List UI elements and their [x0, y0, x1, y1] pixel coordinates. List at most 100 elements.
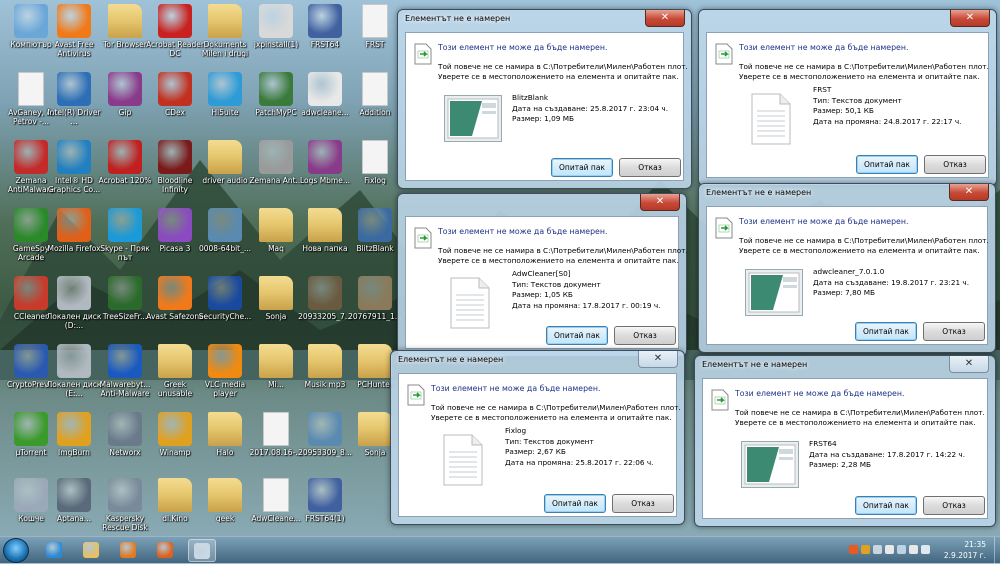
retry-button[interactable]: Опитай пак	[551, 158, 613, 177]
network-icon[interactable]	[897, 545, 906, 554]
dialog-titlebar[interactable]: Елементът не е намерен ✕	[706, 184, 989, 206]
taskbar-app-glyph	[157, 542, 173, 558]
hisuite-icon	[208, 72, 242, 106]
file-name: Fixlog	[505, 426, 527, 435]
ccleaner-icon	[14, 276, 48, 310]
desktop-icon-label: ImgBurn	[58, 448, 90, 457]
cancel-button[interactable]: Отказ	[619, 158, 681, 177]
networx-icon	[108, 412, 142, 446]
desktop-icon[interactable]: ImgBurn	[45, 410, 103, 476]
desktop-icon[interactable]: Hi5uite	[196, 70, 254, 136]
desktop-icon[interactable]: Локален диск (E:...	[45, 342, 103, 408]
folder-icon	[208, 4, 242, 38]
desktop-icon[interactable]: Aptana...	[45, 476, 103, 542]
dialog-titlebar[interactable]: ✕	[405, 194, 680, 216]
desktop-icon[interactable]: Avast Free Antivirus	[45, 2, 103, 68]
file-detail: Дата на промяна: 24.8.2017 г. 22:17 ч.	[813, 116, 962, 126]
setup-icon	[108, 478, 142, 512]
retry-button[interactable]: Опитай пак	[544, 494, 606, 513]
desktop-icon[interactable]: driver audio	[196, 138, 254, 204]
desktop-icon-label: Halo	[216, 448, 234, 457]
desktop-icon[interactable]: VLC media player	[196, 342, 254, 408]
close-button[interactable]: ✕	[645, 10, 685, 27]
file-detail: Размер: 1,05 КБ	[512, 290, 573, 299]
desktop-icon-label: SecurityChe...	[198, 312, 252, 321]
clock[interactable]: 21:35 2.9.2017 г.	[944, 539, 986, 561]
desktop-icon[interactable]: Addition	[346, 70, 404, 136]
cancel-button[interactable]: Отказ	[923, 322, 985, 341]
file-explorer-icon[interactable]	[77, 539, 105, 562]
folder-icon	[259, 344, 293, 378]
folder-icon	[259, 208, 293, 242]
firefox-icon[interactable]	[151, 539, 179, 562]
message-line: Той повече не се намира в C:\Потребители…	[438, 62, 688, 71]
close-button[interactable]: ✕	[949, 184, 989, 201]
retry-button[interactable]: Опитай пак	[855, 322, 917, 341]
desktop-icon-label: driver audio	[202, 176, 248, 185]
text-document-icon	[443, 434, 501, 486]
desktop-icon[interactable]: geek	[196, 476, 254, 542]
message-line: Той повече не се намира в C:\Потребители…	[739, 236, 989, 245]
winamp-icon	[158, 412, 192, 446]
securitycheck-icon	[208, 276, 242, 310]
document-icon	[18, 72, 44, 106]
file-detail: Размер: 50,1 КБ	[813, 106, 874, 115]
action-center-icon[interactable]	[909, 545, 918, 554]
desktop-icon[interactable]: 0008-64bit_...	[196, 206, 254, 272]
cancel-button[interactable]: Отказ	[614, 326, 676, 345]
message-line: Уверете се в местоположението на елемент…	[438, 256, 679, 265]
close-button[interactable]: ✕	[640, 194, 680, 211]
desktop-icon[interactable]: SecurityChe...	[196, 274, 254, 340]
folder-icon	[208, 140, 242, 174]
dialog-titlebar[interactable]: Елементът не е намерен ✕	[398, 351, 678, 373]
setup-icon	[57, 478, 91, 512]
desktop-icon[interactable]: FRST64(1)	[296, 476, 354, 542]
volume-icon[interactable]	[885, 545, 894, 554]
close-button[interactable]: ✕	[638, 351, 678, 368]
show-hidden-icons-icon[interactable]	[921, 545, 930, 554]
desktop-icon[interactable]: FRST	[346, 2, 404, 68]
retry-button[interactable]: Опитай пак	[546, 326, 608, 345]
desktop-icon-label: FRST64(1)	[305, 514, 345, 523]
taskbar-app-glyph	[46, 542, 62, 558]
dialog-titlebar[interactable]: ✕	[706, 10, 990, 32]
retry-button[interactable]: Опитай пак	[855, 496, 917, 515]
update-icon[interactable]	[861, 545, 870, 554]
desktop-icon[interactable]: Fixlog	[346, 138, 404, 204]
cancel-button[interactable]: Отказ	[612, 494, 674, 513]
file-name: BlitzBlank	[512, 93, 549, 102]
folder-icon	[158, 344, 192, 378]
taskbar-app-glyph	[120, 542, 136, 558]
cancel-button[interactable]: Отказ	[923, 496, 985, 515]
retry-button[interactable]: Опитай пак	[856, 155, 918, 174]
active-window-icon[interactable]	[188, 539, 216, 562]
desktop-icon-label: Intel® HD Graphics Co...	[47, 176, 101, 194]
missing-file-icon	[715, 43, 733, 65]
desktop-icon[interactable]: 20767911_1...	[346, 274, 404, 340]
setup-icon	[259, 140, 293, 174]
language-icon[interactable]	[873, 545, 882, 554]
dialog-title: Елементът не е намерен	[405, 14, 511, 23]
desktop-icon[interactable]: Halo	[196, 410, 254, 476]
disk-image-icon	[208, 208, 242, 242]
avast-safezone-icon	[158, 276, 192, 310]
program-thumbnail	[745, 269, 803, 316]
desktop-icon-label: geek	[215, 514, 235, 523]
show-desktop-button[interactable]	[994, 537, 1000, 564]
antivirus-icon[interactable]	[849, 545, 858, 554]
close-button[interactable]: ✕	[949, 356, 989, 373]
desktop-icon[interactable]: Intel(R) Driver ...	[45, 70, 103, 136]
cancel-button[interactable]: Отказ	[924, 155, 986, 174]
start-button[interactable]	[3, 538, 29, 563]
media-player-icon[interactable]	[114, 539, 142, 562]
desktop-icon[interactable]: Intel® HD Graphics Co...	[45, 138, 103, 204]
internet-explorer-icon[interactable]	[40, 539, 68, 562]
text-document-thumbnail	[443, 434, 483, 486]
close-button[interactable]: ✕	[950, 10, 990, 27]
dialog-titlebar[interactable]: Елементът не е намерен ✕	[405, 10, 685, 32]
desktop-icon[interactable]: Локален диск (D:...	[45, 274, 103, 340]
dialog-titlebar[interactable]: Елементът не е намерен ✕	[702, 356, 989, 378]
desktop-icon[interactable]: BlitzBlank	[346, 206, 404, 272]
desktop-icon[interactable]: Mozilla Firefox	[45, 206, 103, 272]
desktop-icon[interactable]: Dokuments Milen i drugi	[196, 2, 254, 68]
